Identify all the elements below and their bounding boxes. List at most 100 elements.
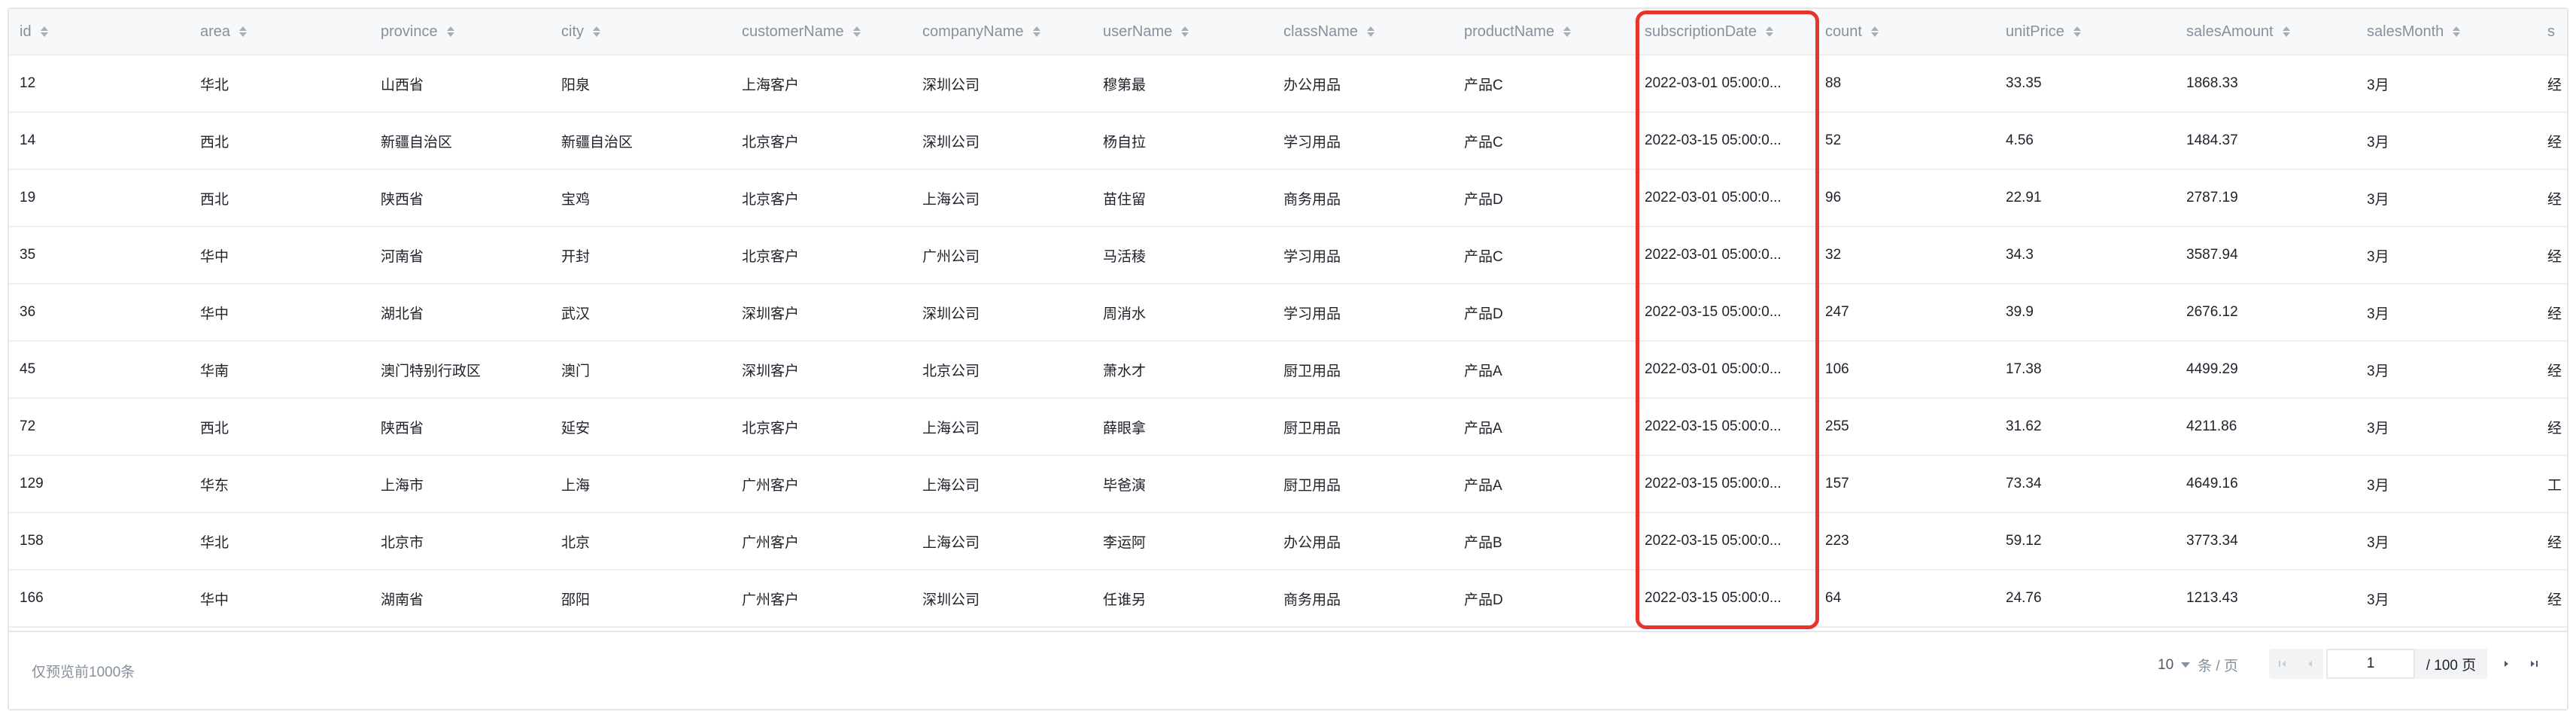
cell-value: 72 (20, 418, 36, 434)
table-cell-unitPrice: 34.3 (1995, 227, 2176, 283)
column-header-productName[interactable]: productName (1454, 9, 1634, 54)
sort-icon[interactable] (2282, 26, 2290, 37)
table-cell-customerName: 北京客户 (731, 170, 912, 226)
column-header-id[interactable]: id (9, 9, 190, 54)
table-row[interactable]: 166 华中 湖南省 邵阳 广州客户 深圳公司 任谁另 商务用品 产品D 2022-03-15 0… (9, 570, 2567, 628)
column-header-companyName[interactable]: companyName (912, 9, 1092, 54)
table-cell-province: 上海市 (370, 456, 551, 512)
column-header-city[interactable]: city (551, 9, 731, 54)
last-page-button[interactable] (2520, 649, 2547, 679)
table-cell-productName: 产品D (1454, 570, 1634, 626)
last-page-icon (2531, 661, 2538, 667)
cell-value: 22.91 (2006, 190, 2042, 205)
sort-icon[interactable] (1563, 26, 1572, 37)
column-header-label: companyName (922, 23, 1024, 40)
table-row[interactable]: 35 华中 河南省 开封 北京客户 广州公司 马活稜 学习用品 产品C 2022-03-01 05… (9, 227, 2567, 284)
cell-value: 2022-03-15 05:00:0... (1645, 418, 1782, 434)
cell-value: 西北 (200, 420, 229, 437)
prev-page-button[interactable] (2296, 649, 2323, 679)
table-row[interactable]: 36 华中 湖北省 武汉 深圳客户 深圳公司 周消水 学习用品 产品D 2022-03-15 05… (9, 284, 2567, 342)
table-row[interactable]: 19 西北 陕西省 宝鸡 北京客户 上海公司 苗住留 商务用品 产品D 2022-03-01 05… (9, 170, 2567, 227)
cell-value: 商务用品 (1283, 592, 1341, 608)
column-header-col15[interactable]: s (2537, 9, 2567, 54)
table-row[interactable]: 129 华东 上海市 上海 广州客户 上海公司 毕爸演 厨卫用品 产品A 2022-03-15 0… (9, 456, 2567, 513)
cell-value: 杨自拉 (1103, 134, 1147, 151)
first-page-button[interactable] (2269, 649, 2296, 679)
sort-icon[interactable] (1181, 26, 1189, 37)
sort-icon[interactable] (1032, 26, 1040, 37)
cell-value: 31.62 (2006, 418, 2042, 434)
sort-icon[interactable] (446, 26, 454, 37)
cell-value: 陕西省 (381, 420, 424, 437)
table-cell-area: 华中 (190, 570, 370, 626)
column-header-salesAmount[interactable]: salesAmount (2176, 9, 2356, 54)
cell-value: 35 (20, 247, 36, 263)
table-cell-customerName: 广州客户 (731, 570, 912, 626)
column-header-province[interactable]: province (370, 9, 551, 54)
cell-value: 武汉 (561, 306, 591, 322)
data-table[interactable]: id area province city customerName companyNam… (9, 9, 2567, 632)
page-number-input[interactable] (2326, 649, 2415, 679)
sort-icon[interactable] (1366, 26, 1375, 37)
column-header-userName[interactable]: userName (1092, 9, 1273, 54)
table-cell-userName: 马活稜 (1092, 227, 1273, 283)
table-cell-salesMonth: 3月 (2356, 399, 2537, 455)
table-cell-area: 西北 (190, 399, 370, 455)
sort-icon[interactable] (593, 26, 600, 37)
cell-value: 上海公司 (922, 420, 980, 437)
table-cell-area: 华中 (190, 227, 370, 283)
table-cell-unitPrice: 17.38 (1995, 342, 2176, 397)
table-row[interactable]: 12 华北 山西省 阳泉 上海客户 深圳公司 穆第最 办公用品 产品C 2022-03-01 05… (9, 56, 2567, 113)
cell-value: 华中 (200, 306, 229, 322)
column-header-customerName[interactable]: customerName (731, 9, 912, 54)
cell-value: 深圳客户 (742, 363, 800, 379)
table-cell-salesMonth: 3月 (2356, 227, 2537, 283)
cell-value: 2022-03-15 05:00:0... (1645, 533, 1782, 549)
sort-icon[interactable] (2073, 26, 2081, 37)
cell-value: 3月 (2367, 477, 2389, 494)
table-cell-userName: 穆第最 (1092, 56, 1273, 111)
next-page-button[interactable] (2493, 649, 2520, 679)
column-header-subscriptionDate[interactable]: subscriptionDate (1634, 9, 1815, 54)
cell-value: 北京客户 (742, 420, 800, 437)
first-page-icon (2279, 661, 2286, 667)
cell-value: 经 (2547, 191, 2562, 208)
table-row[interactable]: 14 西北 新疆自治区 新疆自治区 北京客户 深圳公司 杨自拉 学习用品 产品C 2022-03-… (9, 113, 2567, 170)
table-cell-customerName: 深圳客户 (731, 342, 912, 397)
cell-value: 上海市 (381, 477, 424, 494)
sort-icon[interactable] (2453, 26, 2461, 37)
cell-value: 陕西省 (381, 191, 424, 208)
table-cell-id: 166 (9, 570, 190, 626)
sort-icon[interactable] (239, 26, 248, 37)
table-cell-customerName: 上海客户 (731, 56, 912, 111)
table-cell-count: 157 (1815, 456, 1995, 512)
table-row[interactable]: 45 华南 澳门特别行政区 澳门 深圳客户 北京公司 萧水才 厨卫用品 产品A 2022-03-0… (9, 342, 2567, 399)
column-header-area[interactable]: area (190, 9, 370, 54)
table-cell-subscriptionDate: 2022-03-01 05:00:0... (1634, 342, 1815, 397)
sort-icon[interactable] (852, 26, 861, 37)
table-cell-area: 华东 (190, 456, 370, 512)
column-header-salesMonth[interactable]: salesMonth (2356, 9, 2537, 54)
table-cell-area: 西北 (190, 170, 370, 226)
cell-value: 166 (20, 590, 44, 606)
data-preview-panel: id area province city customerName companyNam… (8, 8, 2568, 710)
table-cell-province: 湖南省 (370, 570, 551, 626)
page-size-select[interactable]: 10 条 / 页 (2158, 655, 2238, 675)
table-cell-count: 247 (1815, 284, 1995, 340)
cell-value: 华中 (200, 248, 229, 265)
cell-value: 2022-03-01 05:00:0... (1645, 361, 1782, 377)
table-row[interactable]: 158 华北 北京市 北京 广州客户 上海公司 李运阿 办公用品 产品B 2022-03-15 0… (9, 513, 2567, 570)
cell-value: 李运阿 (1103, 534, 1147, 551)
cell-value: 产品C (1464, 77, 1503, 93)
cell-value: 3773.34 (2186, 533, 2238, 549)
sort-icon[interactable] (1870, 26, 1879, 37)
column-header-className[interactable]: className (1273, 9, 1454, 54)
column-header-label: salesMonth (2367, 23, 2444, 40)
cell-value: 上海公司 (922, 191, 980, 208)
sort-icon[interactable] (1765, 26, 1773, 37)
column-header-count[interactable]: count (1815, 9, 1995, 54)
table-cell-id: 14 (9, 113, 190, 169)
table-row[interactable]: 72 西北 陕西省 延安 北京客户 上海公司 薛眼拿 厨卫用品 产品A 2022-03-15 05… (9, 399, 2567, 456)
column-header-unitPrice[interactable]: unitPrice (1995, 9, 2176, 54)
sort-icon[interactable] (40, 26, 48, 37)
